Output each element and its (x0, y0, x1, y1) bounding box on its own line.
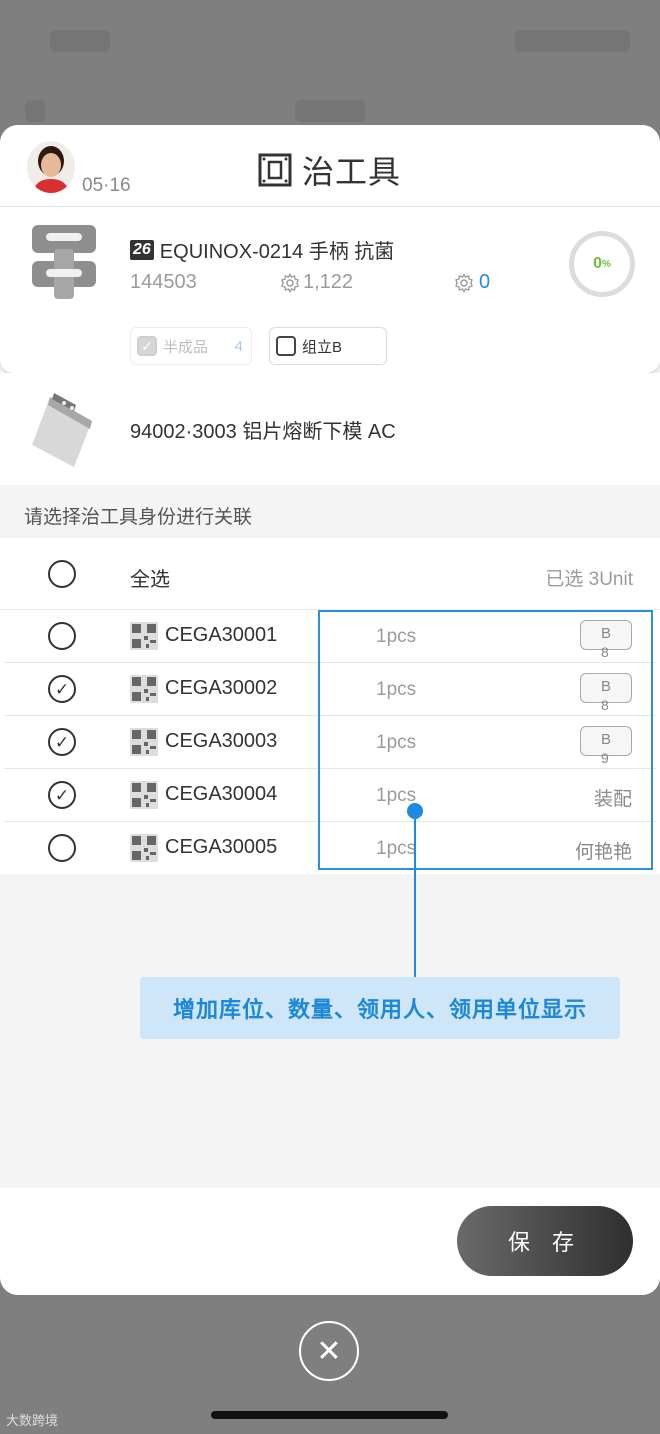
item-code: CEGA30001 (165, 624, 278, 646)
qr-code-icon (130, 728, 158, 756)
fixture-icon (258, 153, 292, 187)
tool-name: 94002·3003 铝片熔断下模 AC (130, 421, 396, 443)
modal-footer: 保 存 (0, 1188, 660, 1295)
product-name-row: 26 EQUINOX-0214 手柄 抗菌 (130, 235, 394, 264)
modal-header: 05·16 治工具 (0, 125, 660, 207)
product-badge: 26 (130, 239, 154, 260)
close-icon[interactable]: ✕ (299, 1321, 359, 1381)
product-name: EQUINOX-0214 手柄 抗菌 (159, 241, 395, 263)
gear-icon (455, 272, 473, 293)
home-indicator (211, 1411, 448, 1419)
item-radio[interactable] (48, 675, 76, 703)
semi-product-count: 4 (234, 337, 243, 355)
page-title: 治工具 (302, 154, 402, 190)
tool-row: 94002·3003 铝片熔断下模 AC (0, 373, 660, 485)
checkbox-disabled (137, 336, 157, 356)
item-code: CEGA30005 (165, 836, 278, 858)
stat-count-value: 1,122 (303, 271, 354, 293)
select-all-label: 全选 (130, 569, 170, 591)
annotation-highlight-box (318, 610, 653, 870)
group-b-label: 组立B (302, 338, 343, 356)
background-back-icon (25, 100, 45, 122)
watermark: 大数跨境 (6, 1413, 59, 1428)
stat-zero-value: 0 (479, 271, 491, 293)
progress-unit: % (602, 258, 611, 270)
progress-ring: 0% (569, 231, 635, 297)
semi-product-chip: 半成品 4 (130, 327, 252, 365)
item-code: CEGA30003 (165, 730, 278, 752)
date-label: 05·16 (82, 175, 131, 196)
annotation-label: 增加库位、数量、领用人、领用单位显示 (140, 977, 620, 1039)
prompt-text: 请选择治工具身份进行关联 (24, 507, 253, 528)
checkbox[interactable] (276, 336, 296, 356)
select-all-radio[interactable] (48, 560, 76, 588)
select-all-row[interactable]: 全选 已选 3Unit (0, 538, 660, 610)
item-code: CEGA30002 (165, 677, 278, 699)
status-bar-icons (515, 30, 630, 52)
semi-product-label: 半成品 (163, 338, 209, 356)
gear-icon (281, 272, 299, 293)
annotation-connector (414, 815, 416, 977)
title-wrap: 治工具 (258, 147, 401, 193)
selected-count: 已选 3Unit (545, 569, 633, 590)
qr-code-icon (130, 622, 158, 650)
item-radio[interactable] (48, 622, 76, 650)
qr-code-icon (130, 834, 158, 862)
item-radio[interactable] (48, 834, 76, 862)
product-image (32, 225, 96, 299)
stat-count: 1,122 (280, 271, 353, 294)
annotation-dot (407, 803, 423, 819)
avatar (27, 141, 75, 193)
save-button[interactable]: 保 存 (457, 1206, 633, 1276)
stat-zero: 0 (454, 271, 490, 294)
product-code: 144503 (130, 271, 197, 293)
progress-value: 0 (593, 255, 602, 272)
qr-code-icon (130, 781, 158, 809)
background-title (295, 100, 365, 122)
item-radio[interactable] (48, 781, 76, 809)
group-b-chip[interactable]: 组立B (269, 327, 387, 365)
tool-image (32, 393, 92, 467)
item-radio[interactable] (48, 728, 76, 756)
status-bar-time (50, 30, 110, 52)
product-card[interactable]: 26 EQUINOX-0214 手柄 抗菌 144503 1,122 0 0% … (0, 207, 660, 373)
item-code: CEGA30004 (165, 783, 278, 805)
qr-code-icon (130, 675, 158, 703)
